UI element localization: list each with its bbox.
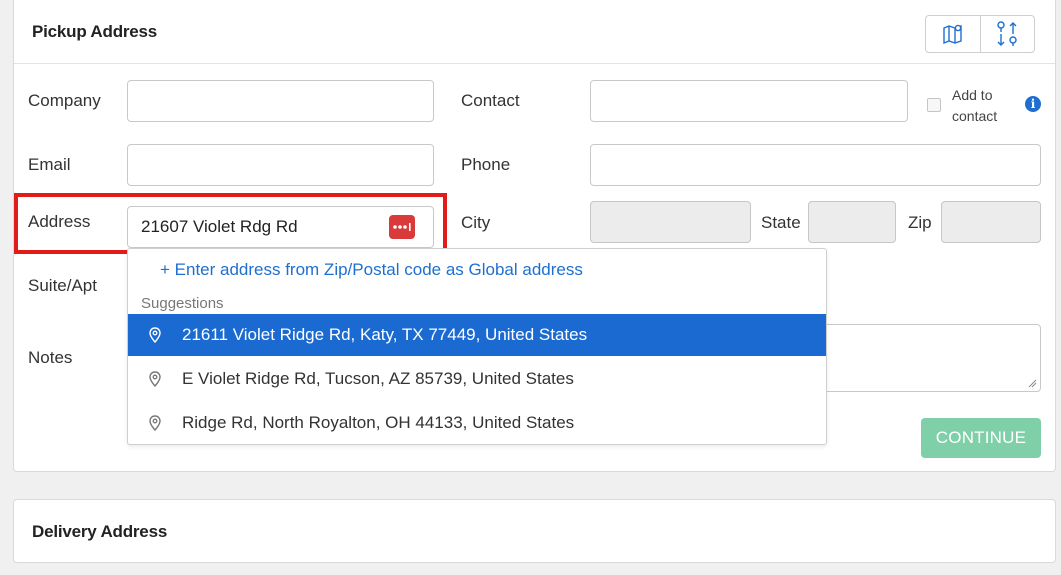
state-input: [808, 201, 896, 243]
notes-label: Notes: [28, 348, 73, 367]
phone-label: Phone: [461, 155, 511, 174]
address-suggestions-dropdown: + Enter address from Zip/Postal code as …: [127, 248, 827, 445]
suggestions-header: Suggestions: [141, 295, 224, 312]
map-toolbar: [925, 15, 1035, 53]
suggestion-text: Ridge Rd, North Royalton, OH 44133, Unit…: [182, 413, 575, 432]
company-input[interactable]: [127, 80, 434, 122]
zip-label: Zip: [908, 213, 932, 232]
suggestion-text: 21611 Violet Ridge Rd, Katy, TX 77449, U…: [182, 325, 588, 344]
email-input[interactable]: [127, 144, 434, 186]
suggestion-item[interactable]: Ridge Rd, North Royalton, OH 44133, Unit…: [128, 402, 826, 444]
route-icon: [997, 21, 1017, 46]
address-highlight-box: [14, 193, 447, 254]
state-label: State: [761, 213, 801, 232]
add-to-contact-label: Add to contact: [952, 87, 998, 124]
pickup-divider: [14, 63, 1055, 64]
continue-button[interactable]: CONTINUE: [921, 418, 1041, 458]
map-pin-icon: [128, 415, 182, 431]
suggestion-item[interactable]: E Violet Ridge Rd, Tucson, AZ 85739, Uni…: [128, 358, 826, 400]
city-label: City: [461, 213, 491, 232]
suggestion-item[interactable]: 21611 Violet Ridge Rd, Katy, TX 77449, U…: [128, 314, 826, 356]
delivery-address-card[interactable]: Delivery Address: [13, 499, 1056, 563]
zip-input: [941, 201, 1041, 243]
city-input: [590, 201, 751, 243]
add-to-contact-checkbox[interactable]: [927, 98, 941, 112]
email-label: Email: [28, 155, 71, 174]
company-label: Company: [28, 91, 101, 110]
route-button[interactable]: [979, 16, 1035, 52]
map-pin-icon: [128, 371, 182, 387]
map-pin-icon: [128, 327, 182, 343]
resize-handle-icon[interactable]: [1028, 379, 1037, 388]
contact-label: Contact: [461, 91, 520, 110]
delivery-title: Delivery Address: [32, 522, 168, 541]
phone-input[interactable]: [590, 144, 1041, 186]
contact-input[interactable]: [590, 80, 908, 122]
suite-label: Suite/Apt: [28, 276, 97, 295]
map-button[interactable]: [926, 16, 980, 52]
info-icon[interactable]: i: [1025, 96, 1041, 112]
suggestion-text: E Violet Ridge Rd, Tucson, AZ 85739, Uni…: [182, 369, 574, 388]
pickup-title: Pickup Address: [32, 22, 158, 41]
map-icon: [943, 24, 962, 45]
enter-global-address-link[interactable]: + Enter address from Zip/Postal code as …: [160, 260, 583, 280]
